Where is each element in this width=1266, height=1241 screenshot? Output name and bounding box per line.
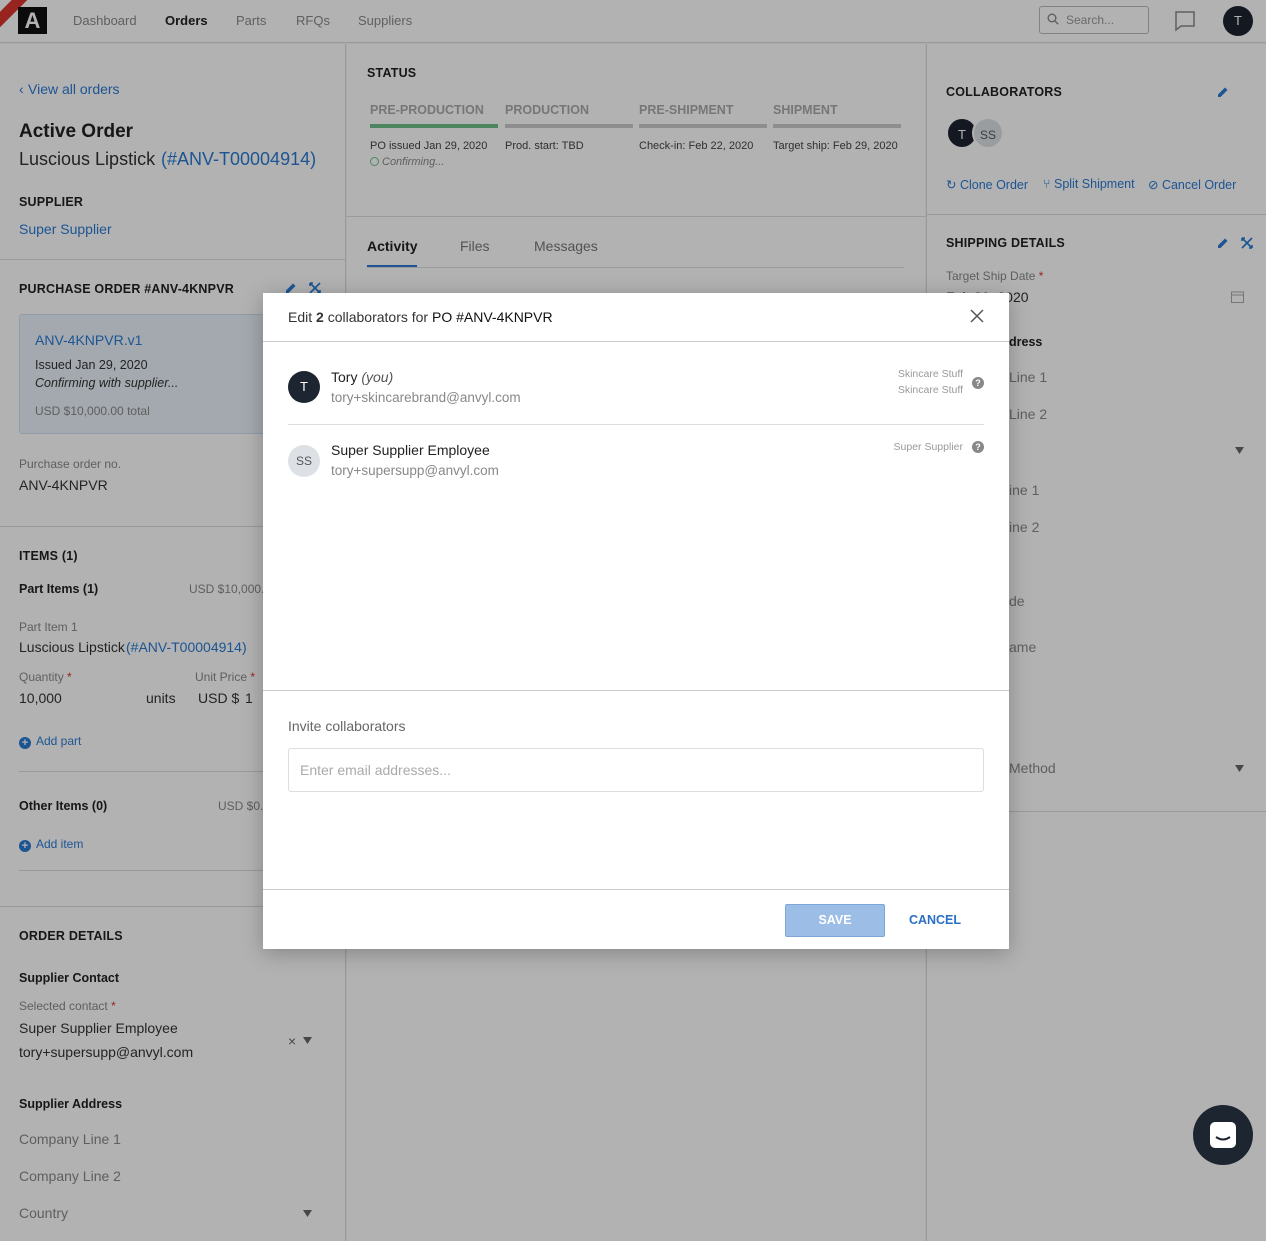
avatar: SS [288, 445, 320, 477]
invite-label: Invite collaborators [288, 718, 406, 734]
cancel-button[interactable]: CANCEL [901, 904, 969, 937]
collaborator-email: tory+skincarebrand@anvyl.com [331, 390, 521, 405]
collaborator-org: Skincare Stuff [897, 368, 963, 380]
save-button[interactable]: SAVE [785, 904, 885, 937]
edit-collaborators-modal: Edit 2 collaborators for PO #ANV-4KNPVR … [263, 293, 1009, 949]
collaborator-org: Skincare Stuff [897, 384, 963, 396]
invite-email-input[interactable] [288, 748, 984, 792]
divider [263, 690, 1009, 691]
modal-title: Edit 2 collaborators for PO #ANV-4KNPVR [288, 309, 553, 325]
help-icon[interactable]: ? [972, 377, 984, 389]
collaborator-name: Super Supplier Employee [331, 442, 490, 458]
chat-icon [1210, 1122, 1236, 1148]
divider [263, 341, 1009, 342]
help-icon[interactable]: ? [972, 441, 984, 453]
avatar: T [288, 371, 320, 403]
divider [288, 424, 984, 425]
chat-launcher-button[interactable] [1193, 1105, 1253, 1165]
close-icon[interactable] [970, 309, 984, 323]
collaborator-name: Tory (you) [331, 369, 394, 385]
collaborator-org: Super Supplier [893, 441, 963, 453]
divider [263, 889, 1009, 890]
collaborator-email: tory+supersupp@anvyl.com [331, 463, 499, 478]
